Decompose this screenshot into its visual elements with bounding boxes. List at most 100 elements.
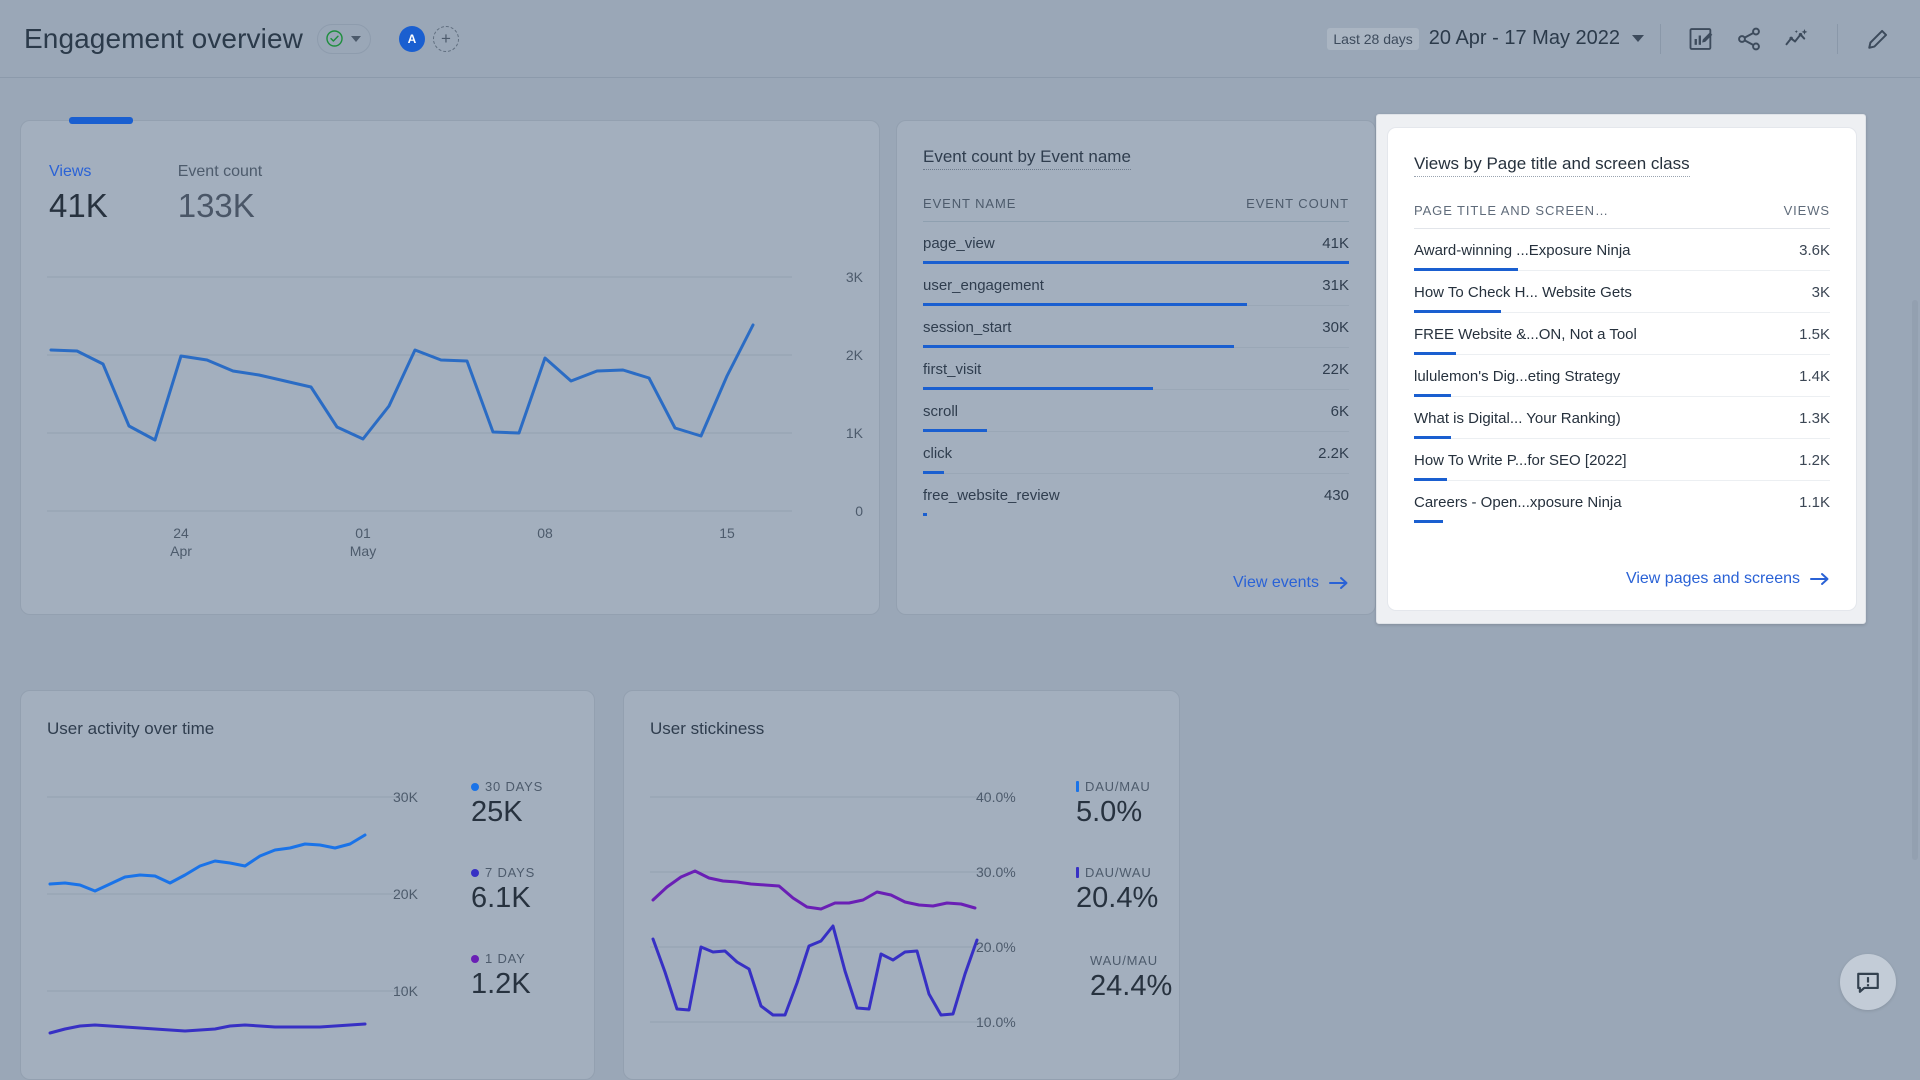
y-tick-label: 0 [855,503,863,519]
table-row[interactable]: user_engagement 31K [923,264,1349,306]
row-label[interactable]: What is Digital... Your Ranking) [1414,410,1621,427]
table-row[interactable]: What is Digital... Your Ranking) 1.3K [1414,397,1830,439]
link-label: View pages and screens [1625,570,1800,587]
table-header-row: PAGE TITLE AND SCREEN… VIEWS [1414,177,1830,229]
x-tick-label: 08 [537,525,553,541]
legend-value: 20.4% [1076,882,1159,914]
card-user-activity-over-time[interactable]: User activity over time 30K 20K 10K 30 D… [20,690,595,1080]
x-tick-label: 15 [719,525,735,541]
insights-icon[interactable] [1783,25,1811,53]
row-label[interactable]: session_start [923,319,1011,336]
card-event-count-by-event-name[interactable]: Event count by Event name EVENT NAME EVE… [896,120,1376,615]
table-row[interactable]: FREE Website &...ON, Not a Tool 1.5K [1414,313,1830,355]
row-label[interactable]: Award-winning ...Exposure Ninja [1414,242,1631,259]
edit-report-icon[interactable] [1687,25,1715,53]
add-collaborator-button[interactable]: + [432,25,459,52]
legend-label: DAU/MAU [1085,779,1151,794]
avatar[interactable]: A [398,25,425,52]
legend-item-30-days: 30 DAYS 25K [471,779,543,829]
table-row[interactable]: lululemon's Dig...eting Strategy 1.4K [1414,355,1830,397]
share-icon[interactable] [1735,25,1763,53]
card-views-by-page-title[interactable]: Views by Page title and screen class PAG… [1387,127,1857,611]
row-label[interactable]: FREE Website &...ON, Not a Tool [1414,326,1637,343]
header-right-group: Last 28 days 20 Apr - 17 May 2022 [1327,23,1920,54]
row-label[interactable]: lululemon's Dig...eting Strategy [1414,368,1620,385]
y-tick-label: 40.0% [976,789,1016,805]
table-row[interactable]: How To Check H... Website Gets 3K [1414,271,1830,313]
table-row[interactable]: Award-winning ...Exposure Ninja 3.6K [1414,229,1830,271]
legend-tick-icon [1076,867,1079,878]
legend-key: 30 DAYS [471,779,543,794]
view-events-link[interactable]: View events [1233,574,1349,592]
row-value: 1.5K [1799,326,1830,343]
date-range-chevron-down-icon[interactable] [1632,35,1644,42]
legend-value: 24.4% [1090,970,1173,1002]
row-label[interactable]: How To Check H... Website Gets [1414,284,1632,301]
row-value: 1.1K [1799,494,1830,511]
row-value: 30K [1322,319,1349,336]
legend-key: WAU/MAU [1090,953,1172,968]
card-views-overview[interactable]: Views 41K Event count 133K 3K 2K 1K 0 24… [20,117,880,615]
column-header-views[interactable]: VIEWS [1784,203,1830,218]
table-row[interactable]: Careers - Open...xposure Ninja 1.1K [1414,481,1830,523]
collaborators-group: A + [398,25,459,52]
table-row[interactable]: scroll 6K [923,390,1349,432]
legend-key: 7 DAYS [471,865,543,880]
row-label[interactable]: user_engagement [923,277,1044,294]
card-user-stickiness[interactable]: User stickiness 40.0% 30.0% 20.0% 10.0% [623,690,1180,1080]
x-tick-label: 24 Apr [170,525,192,559]
metric-event-count[interactable]: Event count 133K [178,163,263,225]
card-title[interactable]: Event count by Event name [923,147,1131,170]
table-row[interactable]: free_website_review 430 [923,474,1349,516]
row-value: 430 [1323,487,1349,504]
y-tick-label: 2K [845,347,863,363]
y-tick-label: 20.0% [976,939,1016,955]
legend-label: WAU/MAU [1090,953,1158,968]
row-label[interactable]: scroll [923,403,958,420]
card-pages-highlight-frame: Views by Page title and screen class PAG… [1376,114,1866,624]
table-row[interactable]: session_start 30K [923,306,1349,348]
row-bar [923,513,928,516]
column-header-page-title[interactable]: PAGE TITLE AND SCREEN… [1414,203,1609,218]
page-title: Engagement overview [24,22,303,54]
legend-key: DAU/MAU [1076,779,1172,794]
pencil-edit-icon[interactable] [1864,25,1892,53]
data-status-pill[interactable] [316,23,371,54]
date-range-value[interactable]: 20 Apr - 17 May 2022 [1429,27,1620,50]
user-stickiness-legend: DAU/MAU 5.0% DAU/WAU 20.4% WAU/MAU 24.4% [1076,779,1172,1015]
column-header-event-count[interactable]: EVENT COUNT [1246,196,1349,211]
active-tab-indicator [69,117,133,124]
legend-item-dau-mau: DAU/MAU 5.0% [1076,779,1172,829]
feedback-button[interactable] [1840,954,1896,1010]
card-title[interactable]: Views by Page title and screen class [1414,154,1690,177]
view-pages-and-screens-link[interactable]: View pages and screens [1626,570,1830,588]
table-row[interactable]: click 2.2K [923,432,1349,474]
views-line-chart: 3K 2K 1K 0 24 Apr 01 May 08 15 [47,247,863,559]
row-value: 31K [1322,277,1349,294]
engagement-overview-page: Engagement overview A + Last 28 days 20 … [0,0,1920,1080]
table-row[interactable]: How To Write P...for SEO [2022] 1.2K [1414,439,1830,481]
row-label[interactable]: click [923,445,952,462]
row-label[interactable]: free_website_review [923,487,1060,504]
table-row[interactable]: page_view 41K [923,222,1349,264]
metric-label: Event count [177,163,263,180]
column-header-event-name[interactable]: EVENT NAME [923,196,1016,211]
metric-views[interactable]: Views 41K [49,163,108,225]
page-scrollbar[interactable] [1912,300,1918,860]
header-divider-2 [1837,23,1838,54]
row-value: 1.2K [1799,452,1830,469]
row-label[interactable]: Careers - Open...xposure Ninja [1414,494,1622,511]
card-title: User stickiness [650,719,765,738]
views-chart-svg [47,276,792,512]
row-label[interactable]: How To Write P...for SEO [2022] [1414,452,1627,469]
feedback-icon [1857,972,1879,993]
legend-tick-icon [1076,781,1079,792]
legend-value: 5.0% [1076,796,1143,828]
pages-table: PAGE TITLE AND SCREEN… VIEWS Award-winni… [1414,177,1830,523]
header-divider [1660,23,1661,54]
table-row[interactable]: first_visit 22K [923,348,1349,390]
row-bar [1414,520,1444,523]
row-label[interactable]: page_view [923,235,995,252]
row-value: 2.2K [1318,445,1349,462]
row-label[interactable]: first_visit [923,361,981,378]
